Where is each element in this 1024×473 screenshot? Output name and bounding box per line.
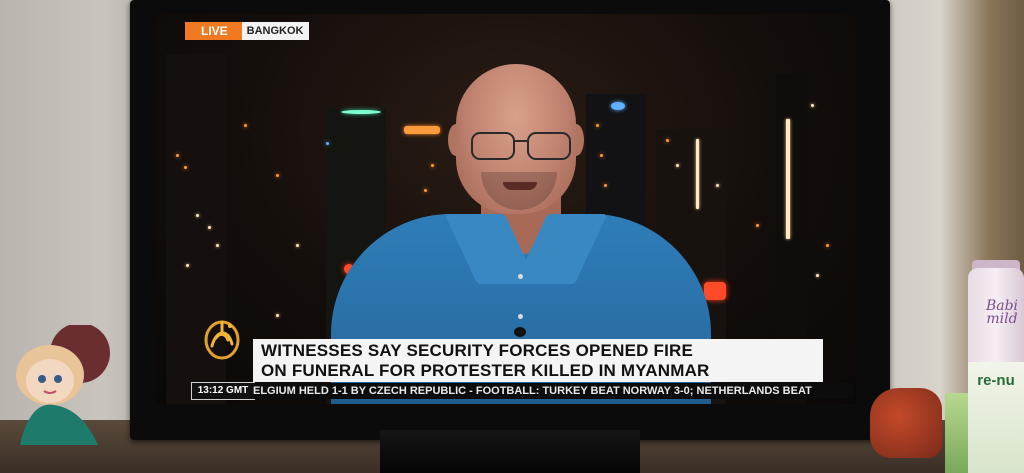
location-label: BANGKOK <box>241 22 309 40</box>
city-light <box>326 142 329 145</box>
city-light <box>826 244 829 247</box>
city-light <box>216 244 219 247</box>
headline-line-1: WITNESSES SAY SECURITY FORCES OPENED FIR… <box>261 341 694 360</box>
shirt-button <box>518 314 523 319</box>
city-light <box>196 214 199 217</box>
city-light <box>186 264 189 267</box>
city-light <box>184 166 187 169</box>
tv-brand-mark <box>480 411 540 419</box>
headline-banner: WITNESSES SAY SECURITY FORCES OPENED FIR… <box>253 339 823 382</box>
tv-screen: LIVE BANGKOK WITNESSES SAY SECURITY FORC… <box>156 14 856 404</box>
city-light <box>296 244 299 247</box>
bottle-label: Babi mild <box>985 298 1019 327</box>
city-light <box>786 119 790 239</box>
al-jazeera-logo <box>204 320 240 360</box>
city-light <box>816 274 819 277</box>
tv-stand <box>380 430 640 473</box>
broadcast-clock: 13:12 GMT <box>191 382 255 400</box>
presenter-mouth <box>503 182 537 190</box>
live-label: LIVE <box>185 22 242 40</box>
glasses <box>471 132 571 160</box>
renu-label: re-nu <box>977 372 1015 389</box>
city-light <box>244 124 247 127</box>
city-light <box>716 184 719 187</box>
red-object <box>870 388 942 458</box>
city-light <box>811 104 814 107</box>
city-light <box>276 314 279 317</box>
city-light <box>176 154 179 157</box>
news-ticker: ELGIUM HELD 1-1 BY CZECH REPUBLIC - FOOT… <box>253 383 853 399</box>
headline-line-2: ON FUNERAL FOR PROTESTER KILLED IN MYANM… <box>261 361 710 380</box>
city-light <box>208 226 211 229</box>
live-badge: LIVE BANGKOK <box>185 22 309 40</box>
city-light <box>756 224 759 227</box>
doll-toy <box>16 325 110 445</box>
city-light <box>276 174 279 177</box>
shirt-button <box>518 274 523 279</box>
lapel-mic <box>514 327 526 337</box>
